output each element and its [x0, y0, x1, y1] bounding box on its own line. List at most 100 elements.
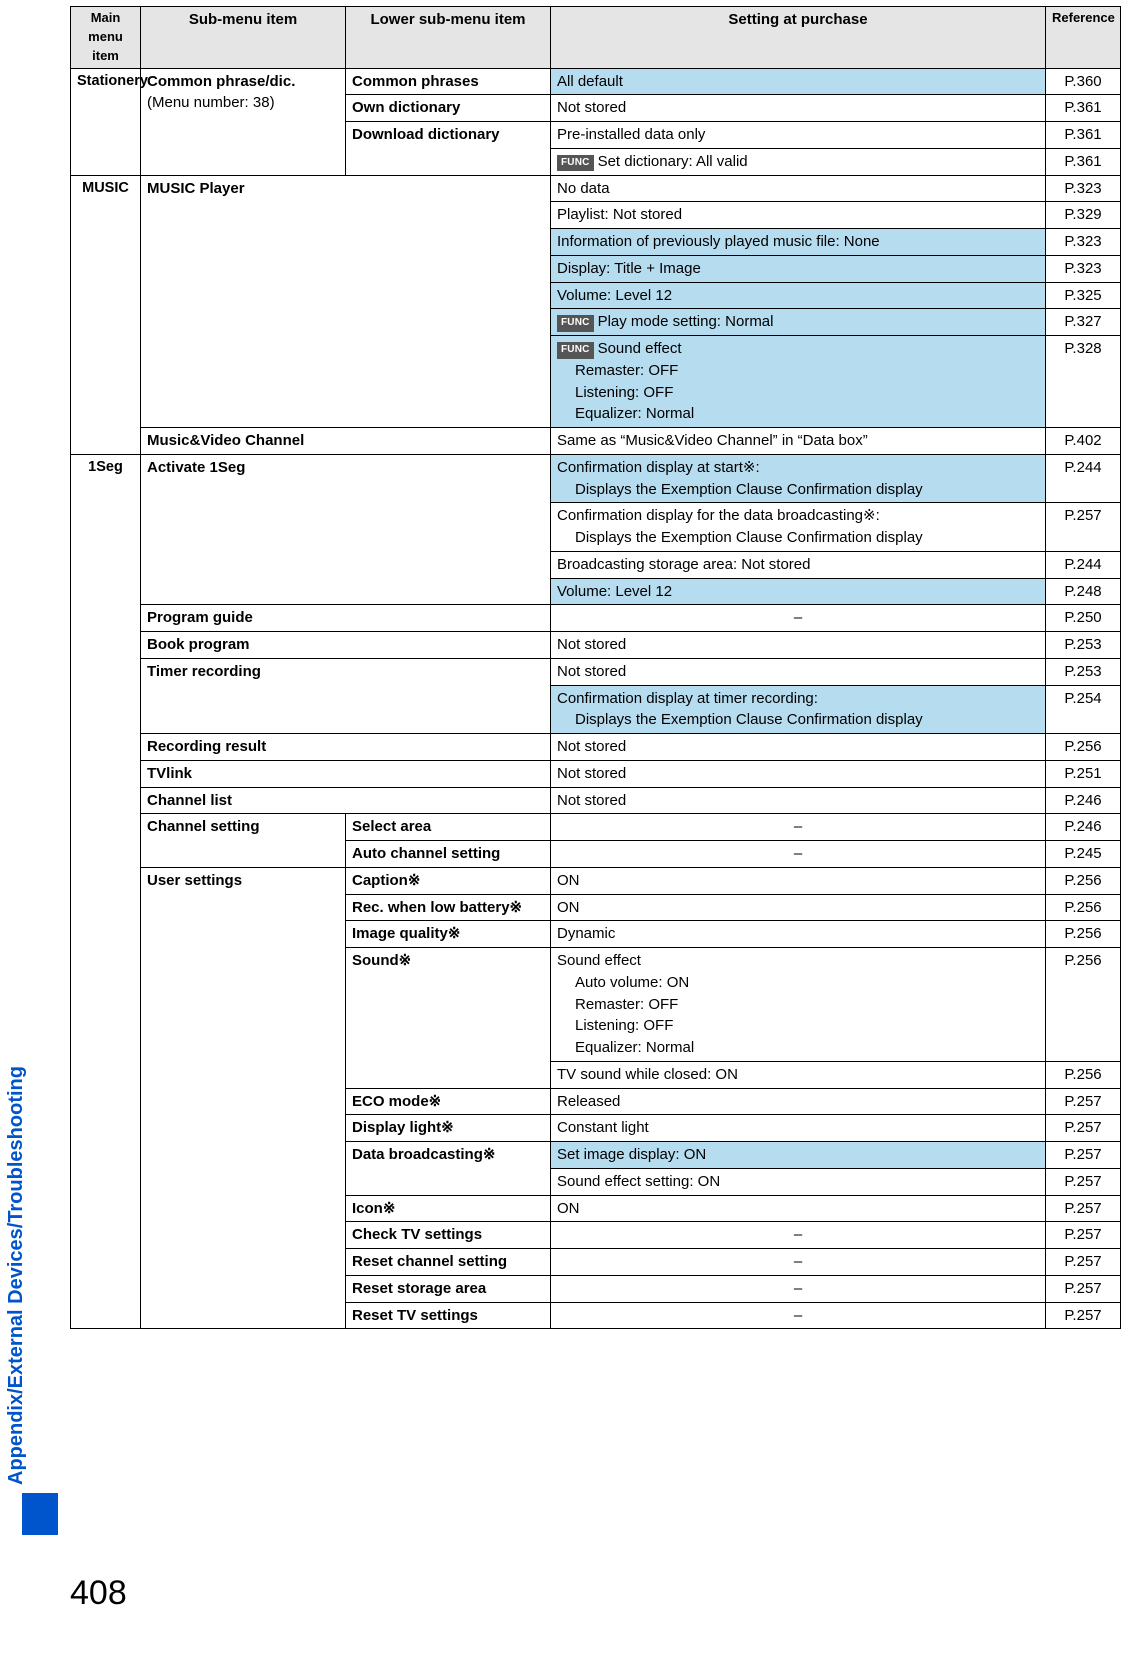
ref: P.256: [1046, 1061, 1121, 1088]
sub-label: Common phrase/dic.: [147, 73, 295, 90]
ref: P.256: [1046, 894, 1121, 921]
setting-value: Not stored: [551, 734, 1046, 761]
ref: P.245: [1046, 841, 1121, 868]
setting-value: Pre-installed data only: [551, 122, 1046, 149]
func-badge: FUNC: [557, 315, 594, 332]
side-index-block: [22, 1493, 58, 1535]
sub-user-settings: User settings: [141, 867, 346, 1329]
sub-recording-result: Recording result: [141, 734, 551, 761]
lower-item: Check TV settings: [346, 1222, 551, 1249]
ref: P.251: [1046, 760, 1121, 787]
setting-sub: Listening: OFF: [557, 1015, 1039, 1037]
setting-sub: Remaster: OFF: [557, 360, 1039, 382]
setting-sub: Equalizer: Normal: [557, 1037, 1039, 1059]
ref: P.323: [1046, 255, 1121, 282]
ref: P.323: [1046, 175, 1121, 202]
setting-value: Dynamic: [551, 921, 1046, 948]
setting-value: –: [551, 1249, 1046, 1276]
table-header-row: Main menu item Sub-menu item Lower sub-m…: [71, 7, 1121, 69]
setting-text: Confirmation display for the data broadc…: [557, 507, 880, 524]
ref: P.254: [1046, 685, 1121, 734]
lower-item: Reset channel setting: [346, 1249, 551, 1276]
setting-value: Volume: Level 12: [551, 282, 1046, 309]
setting-value: FUNCSet dictionary: All valid: [551, 148, 1046, 175]
ref: P.323: [1046, 229, 1121, 256]
table-row: Program guide – P.250: [71, 605, 1121, 632]
ref: P.256: [1046, 867, 1121, 894]
main-stationery: Stationery: [71, 68, 141, 175]
setting-value: Sound effect Auto volume: ON Remaster: O…: [551, 948, 1046, 1062]
table-row: Recording result Not stored P.256: [71, 734, 1121, 761]
ref: P.257: [1046, 1222, 1121, 1249]
main-music: MUSIC: [71, 175, 141, 454]
th-setting: Setting at purchase: [551, 7, 1046, 69]
lower-item: Auto channel setting: [346, 841, 551, 868]
lower-item-cont: [346, 1168, 551, 1195]
setting-value: FUNCPlay mode setting: Normal: [551, 309, 1046, 336]
ref: P.361: [1046, 95, 1121, 122]
setting-value: ON: [551, 867, 1046, 894]
ref: P.244: [1046, 454, 1121, 503]
ref: P.256: [1046, 921, 1121, 948]
ref: P.253: [1046, 632, 1121, 659]
setting-sub: Displays the Exemption Clause Confirmati…: [557, 527, 1039, 549]
setting-sub: Equalizer: Normal: [557, 403, 1039, 425]
table-row: User settings Caption※ ON P.256: [71, 867, 1121, 894]
setting-value: Information of previously played music f…: [551, 229, 1046, 256]
ref: P.325: [1046, 282, 1121, 309]
setting-value: No data: [551, 175, 1046, 202]
side-tab: Appendix/External Devices/Troubleshootin…: [28, 985, 58, 1525]
lower-item: Download dictionary: [346, 122, 551, 149]
sub-common-phrase: Common phrase/dic. (Menu number: 38): [141, 68, 346, 175]
table-row: MUSIC MUSIC Player No data P.323: [71, 175, 1121, 202]
setting-value: ON: [551, 894, 1046, 921]
lower-item: ECO mode※: [346, 1088, 551, 1115]
table-row: Book program Not stored P.253: [71, 632, 1121, 659]
th-ref: Reference: [1046, 7, 1121, 69]
setting-value: Playlist: Not stored: [551, 202, 1046, 229]
ref: P.257: [1046, 1142, 1121, 1169]
table-row: Music&Video Channel Same as “Music&Video…: [71, 428, 1121, 455]
setting-text: Play mode setting: Normal: [598, 313, 774, 330]
setting-value: FUNCSound effect Remaster: OFF Listening…: [551, 336, 1046, 428]
setting-value: Not stored: [551, 787, 1046, 814]
func-badge: FUNC: [557, 342, 594, 359]
ref: P.250: [1046, 605, 1121, 632]
setting-value: Not stored: [551, 95, 1046, 122]
main-1seg: 1Seg: [71, 454, 141, 1329]
ref: P.257: [1046, 1195, 1121, 1222]
setting-value: Confirmation display for the data broadc…: [551, 503, 1046, 552]
ref: P.256: [1046, 948, 1121, 1062]
th-lower: Lower sub-menu item: [346, 7, 551, 69]
lower-item: Image quality※: [346, 921, 551, 948]
setting-sub: Displays the Exemption Clause Confirmati…: [557, 479, 1039, 501]
sub-music-player: MUSIC Player: [141, 175, 551, 428]
lower-item-cont: [346, 148, 551, 175]
setting-sub: Auto volume: ON: [557, 972, 1039, 994]
setting-sub: Listening: OFF: [557, 382, 1039, 404]
sub-tvlink: TVlink: [141, 760, 551, 787]
ref: P.257: [1046, 1249, 1121, 1276]
lower-item: Icon※: [346, 1195, 551, 1222]
setting-value: –: [551, 1222, 1046, 1249]
table-row: Channel setting Select area – P.246: [71, 814, 1121, 841]
ref: P.328: [1046, 336, 1121, 428]
page-number: 408: [70, 1574, 127, 1613]
sub-activate-1seg: Activate 1Seg: [141, 454, 551, 605]
setting-value: ON: [551, 1195, 1046, 1222]
setting-text: Sound effect: [598, 340, 682, 357]
lower-item: Common phrases: [346, 68, 551, 95]
lower-item: Rec. when low battery※: [346, 894, 551, 921]
setting-text: Sound effect: [557, 952, 641, 969]
sub-note: (Menu number: 38): [147, 92, 339, 114]
ref: P.402: [1046, 428, 1121, 455]
setting-sub: Displays the Exemption Clause Confirmati…: [557, 709, 1039, 731]
lower-item: Caption※: [346, 867, 551, 894]
setting-value: Constant light: [551, 1115, 1046, 1142]
setting-text: Confirmation display at timer recording:: [557, 690, 818, 707]
sub-timer-recording: Timer recording: [141, 658, 551, 733]
setting-value: –: [551, 814, 1046, 841]
setting-value: Not stored: [551, 760, 1046, 787]
ref: P.244: [1046, 551, 1121, 578]
ref: P.246: [1046, 814, 1121, 841]
